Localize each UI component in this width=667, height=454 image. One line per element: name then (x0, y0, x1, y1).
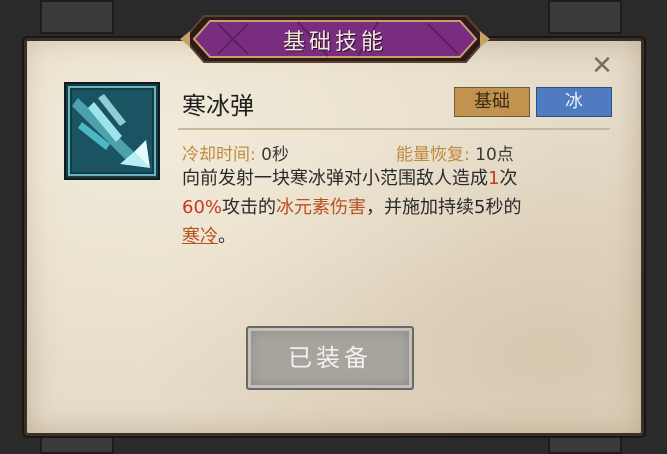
equipped-button[interactable]: 已装备 (246, 326, 414, 390)
background-slot (548, 0, 622, 34)
tag-element-ice: 冰 (536, 87, 612, 117)
desc-text: 次 (499, 168, 518, 189)
dialog-title: 基础技能 (282, 30, 387, 55)
desc-text: 向前发射一块寒冰弹对小范围敌人造成 (182, 168, 488, 189)
desc-percent: 60% (182, 197, 223, 218)
background-slot (40, 0, 114, 34)
skill-name: 寒冰弹 (182, 92, 254, 120)
cooldown-stat: 冷却时间: 0秒 (182, 140, 289, 165)
ice-shard-icon (64, 82, 160, 180)
energy-stat: 能量恢复: 10点 (396, 140, 514, 165)
desc-hits: 1 (488, 168, 500, 189)
dialog-title-banner: 基础技能 (178, 10, 492, 68)
energy-label: 能量恢复: (396, 145, 476, 165)
close-icon[interactable]: ✕ (591, 51, 613, 81)
desc-text: 攻击的 (222, 197, 277, 218)
energy-value: 10点 (475, 145, 514, 165)
close-button[interactable]: ✕ (588, 52, 616, 80)
skill-description: 向前发射一块寒冰弹对小范围敌人造成1次 60%攻击的冰元素伤害，并施加持续5秒的… (182, 164, 612, 251)
desc-element: 冰元素伤害 (276, 197, 367, 218)
desc-effect-link[interactable]: 寒冷 (182, 226, 218, 247)
cooldown-value: 0秒 (261, 145, 289, 165)
tag-basic: 基础 (454, 87, 530, 117)
desc-text: 。 (218, 226, 236, 247)
desc-text: ，并施加持续5秒的 (366, 197, 522, 218)
divider (178, 128, 610, 130)
cooldown-label: 冷却时间: (182, 145, 262, 165)
